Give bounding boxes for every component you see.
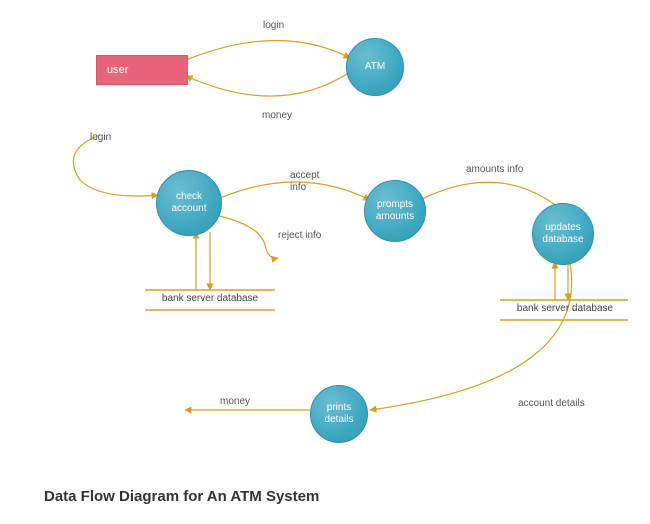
label-account-details: account details — [518, 398, 585, 410]
process-check-account-label: check account — [157, 189, 221, 217]
edge-money-top — [186, 72, 350, 96]
process-atm-label: ATM — [361, 59, 389, 75]
label-money-top: money — [262, 110, 292, 122]
process-prints-details-label: prints details — [311, 400, 367, 428]
label-login-top: login — [263, 20, 284, 32]
edge-reject-info — [215, 215, 278, 258]
process-updates-database: updates database — [532, 203, 594, 265]
label-accept-info: accept info — [290, 170, 319, 194]
datastore-1-label: bank server database — [162, 293, 258, 304]
process-prompts-amounts: prompts amounts — [364, 180, 426, 242]
diagram-title: Data Flow Diagram for An ATM System — [44, 488, 319, 505]
process-check-account: check account — [156, 170, 222, 236]
edge-account-details — [370, 263, 572, 410]
label-amounts-info: amounts info — [466, 164, 523, 176]
label-login-left: login — [90, 132, 111, 144]
datastore-2-label: bank server database — [517, 303, 613, 314]
process-atm: ATM — [346, 38, 404, 96]
process-updates-database-label: updates database — [533, 220, 593, 248]
edge-amounts-info — [420, 182, 562, 210]
label-reject-info: reject info — [278, 230, 321, 242]
datastore-2: bank server database — [503, 303, 627, 314]
edge-login-left — [73, 135, 158, 196]
entity-user: user — [96, 55, 188, 85]
process-prompts-amounts-label: prompts amounts — [365, 197, 425, 225]
entity-user-label: user — [107, 64, 128, 76]
edge-login-top — [186, 40, 350, 60]
datastore-1: bank server database — [148, 293, 272, 304]
process-prints-details: prints details — [310, 385, 368, 443]
label-money-bottom: money — [220, 396, 250, 408]
